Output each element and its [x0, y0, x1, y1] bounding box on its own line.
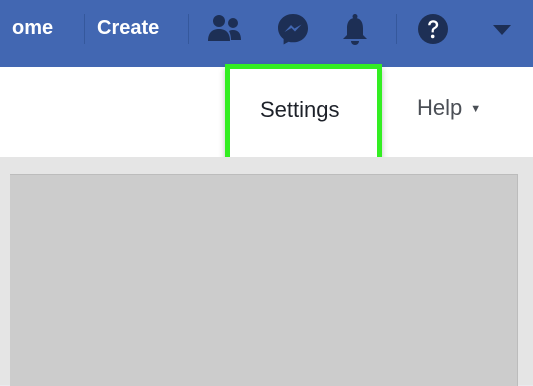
settings-label: Settings	[260, 97, 340, 122]
top-navigation-bar: ome Create	[0, 0, 533, 67]
nav-divider	[396, 14, 397, 44]
settings-menu-item[interactable]: Settings	[225, 64, 382, 162]
caret-down-icon: ▼	[470, 103, 482, 115]
nav-divider	[84, 14, 85, 44]
help-menu[interactable]: Help ▼	[417, 95, 481, 121]
friends-icon[interactable]	[207, 12, 241, 46]
help-icon[interactable]	[416, 12, 450, 46]
home-link[interactable]: ome	[12, 14, 53, 42]
create-link[interactable]: Create	[97, 14, 159, 42]
messenger-icon[interactable]	[276, 12, 310, 46]
bell-icon[interactable]	[338, 12, 372, 46]
main-content-area	[0, 157, 533, 386]
help-label: Help	[417, 95, 463, 120]
nav-divider	[188, 14, 189, 44]
content-panel	[10, 174, 518, 386]
dropdown-arrow-icon[interactable]	[489, 12, 515, 46]
